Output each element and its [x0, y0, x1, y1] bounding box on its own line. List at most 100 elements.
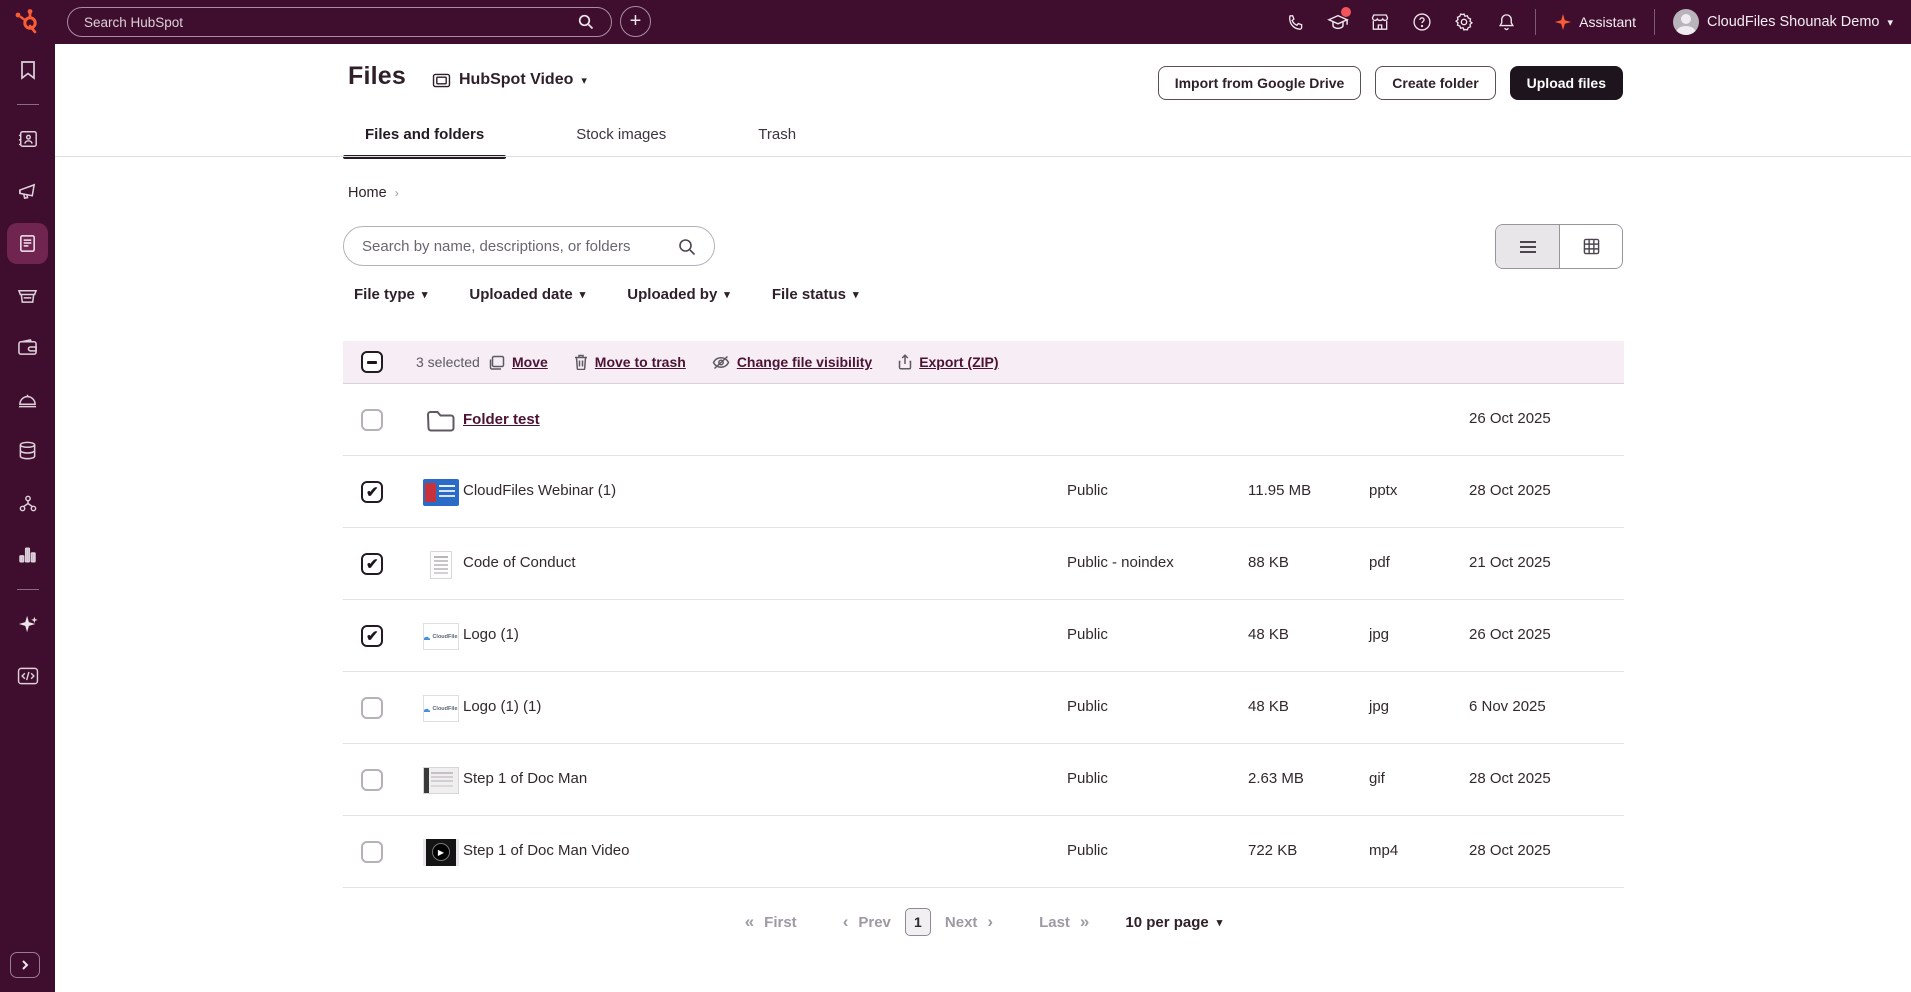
file-thumbnail — [423, 767, 459, 794]
table-row[interactable]: Code of Conduct Public - noindex 88 KB p… — [343, 528, 1624, 600]
sparkle-icon — [1554, 13, 1572, 31]
sidebar-item-commerce[interactable] — [0, 269, 55, 321]
tab-files-and-folders[interactable]: Files and folders — [343, 120, 506, 157]
table-row[interactable]: ☁CloudFiles Logo (1) (1) Public 48 KB jp… — [343, 672, 1624, 744]
grid-view-button[interactable] — [1559, 225, 1622, 268]
create-button[interactable]: + — [620, 6, 651, 37]
file-search-input[interactable] — [343, 226, 715, 266]
prev-page-chevron-icon[interactable]: ‹ — [843, 912, 849, 932]
navbar-divider — [1535, 9, 1536, 35]
prev-page-button[interactable]: Prev — [858, 914, 891, 931]
breadcrumb-home-link[interactable]: Home — [348, 185, 387, 201]
cloudfiles-wordmark: CloudFiles — [432, 706, 459, 712]
select-all-checkbox[interactable] — [361, 351, 383, 373]
academy-icon[interactable] — [1317, 0, 1359, 44]
global-search-input[interactable] — [67, 7, 612, 37]
sidebar-item-bookmarks[interactable] — [0, 44, 55, 96]
search-icon — [678, 238, 696, 256]
top-navbar: + Assistant — [0, 0, 1911, 44]
notifications-icon[interactable] — [1485, 0, 1527, 44]
play-icon: ▶ — [432, 843, 450, 861]
filter-file-status[interactable]: File status▾ — [772, 286, 859, 303]
table-row[interactable]: ▶ Step 1 of Doc Man Video Public 722 KB … — [343, 816, 1624, 888]
file-name-link[interactable]: Logo (1) — [463, 626, 519, 643]
file-name-link[interactable]: Logo (1) (1) — [463, 698, 541, 715]
sidebar-item-automation[interactable] — [0, 477, 55, 529]
file-name-link[interactable]: CloudFiles Webinar (1) — [463, 482, 616, 499]
sidebar-item-service[interactable] — [0, 373, 55, 425]
selection-action[interactable]: Move to trash — [574, 354, 686, 370]
contacts-icon — [18, 129, 38, 149]
sidebar-item-data[interactable] — [0, 425, 55, 477]
chevron-down-icon: ▾ — [1217, 916, 1223, 929]
row-checkbox[interactable] — [361, 625, 383, 647]
file-thumbnail: ☁CloudFiles — [423, 623, 459, 650]
row-checkbox[interactable] — [361, 409, 383, 431]
file-name-link[interactable]: Code of Conduct — [463, 554, 576, 571]
per-page-dropdown[interactable]: 10 per page ▾ — [1125, 914, 1222, 931]
row-checkbox[interactable] — [361, 769, 383, 791]
import-google-drive-button[interactable]: Import from Google Drive — [1158, 66, 1362, 100]
left-sidebar — [0, 44, 55, 992]
automation-icon — [18, 494, 38, 513]
context-label: HubSpot Video — [459, 71, 573, 89]
sidebar-item-breeze-ai[interactable] — [0, 598, 55, 650]
create-folder-button[interactable]: Create folder — [1375, 66, 1495, 100]
calling-icon[interactable] — [1275, 0, 1317, 44]
file-visibility: Public — [1067, 842, 1108, 859]
filter-uploaded-by[interactable]: Uploaded by▾ — [627, 286, 730, 303]
sidebar-item-marketing[interactable] — [0, 165, 55, 217]
sidebar-item-content[interactable] — [0, 217, 55, 269]
table-row[interactable]: Folder test 26 Oct 2025 — [343, 384, 1624, 456]
sidebar-item-reporting[interactable] — [0, 529, 55, 581]
navbar-divider — [1654, 9, 1655, 35]
settings-icon[interactable] — [1443, 0, 1485, 44]
current-page-indicator[interactable]: 1 — [905, 908, 931, 936]
notification-badge — [1341, 7, 1351, 17]
file-name-link[interactable]: Step 1 of Doc Man Video — [463, 842, 630, 859]
tab-stock-images[interactable]: Stock images — [554, 120, 688, 157]
filter-uploaded-date[interactable]: Uploaded date▾ — [469, 286, 585, 303]
marketplace-icon[interactable] — [1359, 0, 1401, 44]
row-checkbox[interactable] — [361, 841, 383, 863]
table-row[interactable]: ☁CloudFiles Logo (1) Public 48 KB jpg 26… — [343, 600, 1624, 672]
sidebar-divider — [17, 104, 39, 105]
files-tabs: Files and folders Stock images Trash — [343, 120, 818, 157]
next-page-button[interactable]: Next — [945, 914, 978, 931]
row-checkbox[interactable] — [361, 481, 383, 503]
next-page-chevron-icon[interactable]: › — [987, 912, 993, 932]
assistant-button[interactable]: Assistant — [1544, 13, 1646, 31]
filter-file-type[interactable]: File type▾ — [354, 286, 427, 303]
hubspot-logo[interactable] — [12, 8, 40, 36]
sidebar-item-crm[interactable] — [0, 113, 55, 165]
sidebar-item-developer[interactable] — [0, 650, 55, 702]
upload-files-button[interactable]: Upload files — [1510, 66, 1623, 100]
tab-trash[interactable]: Trash — [736, 120, 818, 157]
first-page-button[interactable]: First — [764, 914, 797, 931]
file-visibility: Public — [1067, 482, 1108, 499]
selection-action[interactable]: Change file visibility — [712, 354, 872, 370]
file-visibility: Public — [1067, 698, 1108, 715]
row-checkbox[interactable] — [361, 697, 383, 719]
last-page-chevron-icon[interactable]: » — [1080, 912, 1089, 932]
file-name-link[interactable]: Step 1 of Doc Man — [463, 770, 587, 787]
selection-action[interactable]: Export (ZIP) — [898, 354, 998, 370]
account-menu[interactable]: CloudFiles Shounak Demo ▾ — [1663, 9, 1911, 35]
sidebar-expand-button[interactable] — [10, 952, 40, 978]
last-page-button[interactable]: Last — [1039, 914, 1070, 931]
table-row[interactable]: CloudFiles Webinar (1) Public 11.95 MB p… — [343, 456, 1624, 528]
filter-bar: File type▾ Uploaded date▾ Uploaded by▾ F… — [354, 286, 859, 303]
file-name-link[interactable]: Folder test — [463, 411, 540, 428]
sidebar-item-payments[interactable] — [0, 321, 55, 373]
table-row[interactable]: Step 1 of Doc Man Public 2.63 MB gif 28 … — [343, 744, 1624, 816]
avatar — [1673, 9, 1699, 35]
service-bell-icon — [17, 390, 38, 409]
file-thumbnail: ☁CloudFiles — [423, 695, 459, 722]
context-picker[interactable]: HubSpot Video ▾ — [432, 71, 587, 89]
list-view-button[interactable] — [1496, 225, 1559, 268]
row-checkbox[interactable] — [361, 553, 383, 575]
selection-action[interactable]: Move — [489, 354, 548, 370]
help-icon[interactable] — [1401, 0, 1443, 44]
cloudfiles-cloud-icon: ☁ — [423, 706, 430, 712]
first-page-chevron-icon[interactable]: « — [745, 912, 754, 932]
